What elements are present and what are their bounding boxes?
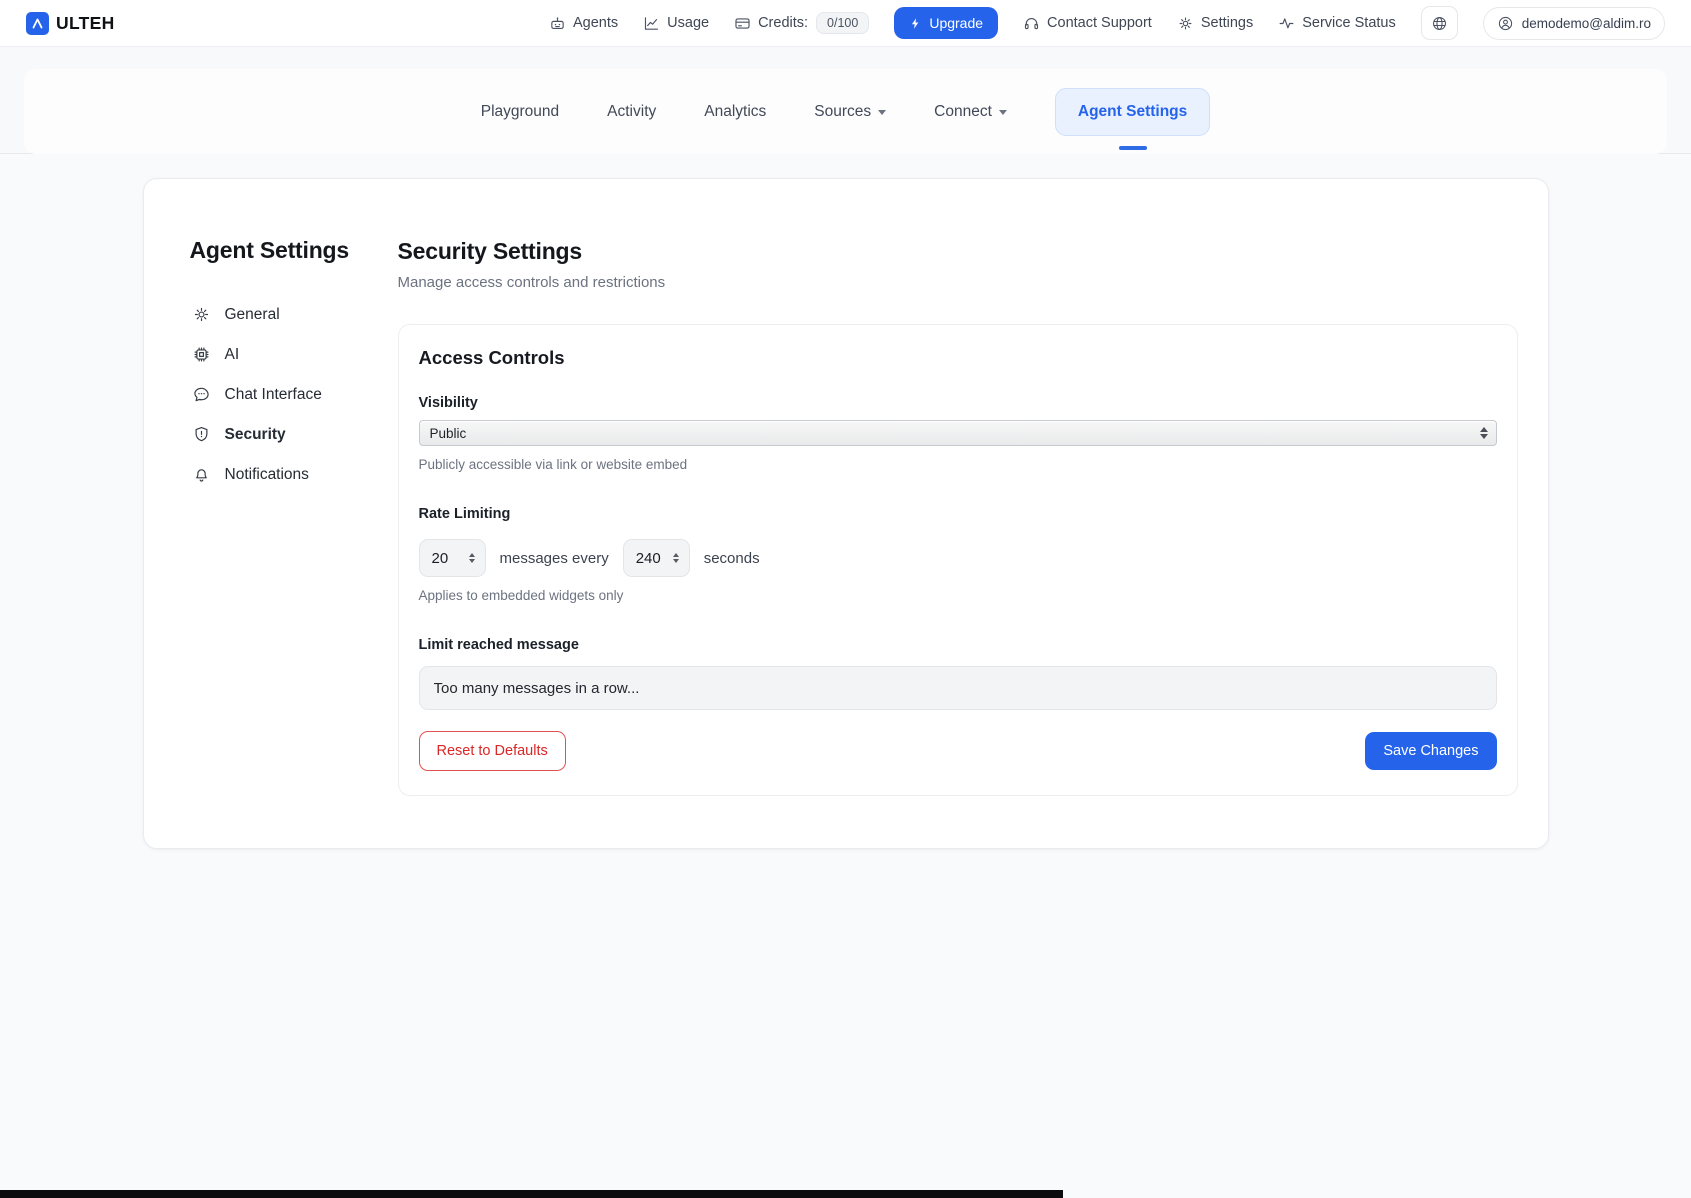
pulse-icon	[1278, 15, 1295, 32]
nav-settings[interactable]: Settings	[1177, 15, 1253, 32]
headset-icon	[1023, 15, 1040, 32]
sidebar-item-ai[interactable]: AI	[190, 336, 398, 373]
nav-contact-support-label: Contact Support	[1047, 15, 1152, 31]
messages-stepper[interactable]	[419, 539, 486, 577]
caret-down-icon	[878, 110, 886, 115]
rate-limiting-row: messages every seconds	[419, 539, 1497, 577]
gear-icon	[192, 305, 211, 324]
logo-icon	[26, 12, 49, 35]
agent-tab-band: Playground Activity Analytics Sources Co…	[0, 47, 1691, 154]
tab-playground-label: Playground	[481, 103, 559, 121]
rate-end-text: seconds	[704, 550, 760, 567]
nav-credits-label: Credits:	[758, 15, 808, 31]
visibility-select[interactable]: Public	[419, 420, 1497, 446]
caret-down-icon	[999, 110, 1007, 115]
nav-service-status[interactable]: Service Status	[1278, 15, 1396, 32]
nav-usage-label: Usage	[667, 15, 709, 31]
access-controls-panel: Access Controls Visibility Public Public…	[398, 324, 1518, 796]
tab-connect[interactable]: Connect	[934, 103, 1007, 121]
nav-service-status-label: Service Status	[1302, 15, 1396, 31]
line-chart-icon	[643, 15, 660, 32]
rate-help-text: Applies to embedded widgets only	[419, 588, 1497, 603]
sidebar-item-label: AI	[225, 346, 240, 364]
stepper-arrows-icon[interactable]	[673, 553, 679, 563]
nav-settings-label: Settings	[1201, 15, 1253, 31]
top-nav: Agents Usage Credits: 0/100 Upgrade	[549, 6, 1665, 40]
bell-icon	[192, 465, 211, 484]
seconds-input[interactable]	[636, 550, 668, 567]
agent-tabs: Playground Activity Analytics Sources Co…	[481, 88, 1211, 136]
credit-card-icon	[734, 15, 751, 32]
tab-agent-settings[interactable]: Agent Settings	[1055, 88, 1210, 136]
limit-message-input[interactable]	[419, 666, 1497, 710]
tab-playground[interactable]: Playground	[481, 103, 559, 121]
active-tab-indicator	[1119, 146, 1147, 150]
chat-bubble-icon	[192, 385, 211, 404]
user-email: demodemo@aldim.ro	[1522, 16, 1651, 31]
rate-limiting-field: Rate Limiting messages every	[419, 506, 1497, 603]
user-menu[interactable]: demodemo@aldim.ro	[1483, 7, 1665, 40]
upgrade-label: Upgrade	[929, 15, 983, 31]
panel-actions: Reset to Defaults Save Changes	[419, 731, 1497, 771]
user-icon	[1497, 15, 1514, 32]
messages-input[interactable]	[432, 550, 464, 567]
tab-sources-label: Sources	[814, 103, 871, 121]
sidebar-item-label: Security	[225, 426, 286, 444]
sidebar-item-label: Chat Interface	[225, 386, 322, 404]
sidebar-item-security[interactable]: Security	[190, 416, 398, 453]
reset-defaults-button[interactable]: Reset to Defaults	[419, 731, 566, 771]
nav-usage[interactable]: Usage	[643, 15, 709, 32]
gear-icon	[1177, 15, 1194, 32]
upgrade-button[interactable]: Upgrade	[894, 7, 998, 39]
sidebar-item-general[interactable]: General	[190, 296, 398, 333]
rate-limiting-label: Rate Limiting	[419, 506, 1497, 522]
nav-contact-support[interactable]: Contact Support	[1023, 15, 1152, 32]
page-title: Security Settings	[398, 238, 1518, 265]
settings-card: Agent Settings General AI Chat Interface…	[143, 178, 1549, 849]
select-spinner-icon	[1480, 427, 1488, 439]
sidebar-item-label: General	[225, 306, 280, 324]
limit-message-label: Limit reached message	[419, 637, 1497, 653]
robot-icon	[549, 15, 566, 32]
globe-icon	[1431, 15, 1448, 32]
sidebar-title: Agent Settings	[190, 237, 398, 264]
limit-message-field: Limit reached message	[419, 637, 1497, 710]
stepper-arrows-icon[interactable]	[469, 553, 475, 563]
tab-agent-settings-label: Agent Settings	[1078, 103, 1187, 120]
agent-tab-panel: Playground Activity Analytics Sources Co…	[24, 69, 1667, 154]
rate-middle-text: messages every	[500, 550, 609, 567]
sidebar-item-chat-interface[interactable]: Chat Interface	[190, 376, 398, 413]
visibility-label: Visibility	[419, 395, 1497, 411]
tab-analytics[interactable]: Analytics	[704, 103, 766, 121]
tab-connect-label: Connect	[934, 103, 992, 121]
credits-badge: 0/100	[816, 12, 869, 34]
nav-credits[interactable]: Credits: 0/100	[734, 12, 869, 34]
nav-agents-label: Agents	[573, 15, 618, 31]
chip-icon	[192, 345, 211, 364]
shield-icon	[192, 425, 211, 444]
panel-title: Access Controls	[419, 347, 1497, 369]
tab-activity-label: Activity	[607, 103, 656, 121]
settings-sidebar: Agent Settings General AI Chat Interface…	[190, 237, 398, 796]
page-subtitle: Manage access controls and restrictions	[398, 274, 1518, 291]
visibility-field: Visibility Public Publicly accessible vi…	[419, 395, 1497, 472]
brand-name: ULTEH	[56, 13, 115, 34]
nav-agents[interactable]: Agents	[549, 15, 618, 32]
language-button[interactable]	[1421, 6, 1458, 40]
sidebar-item-label: Notifications	[225, 466, 309, 484]
visibility-selected-value: Public	[430, 426, 467, 441]
visibility-help-text: Publicly accessible via link or website …	[419, 457, 1497, 472]
tab-sources[interactable]: Sources	[814, 103, 886, 121]
tab-analytics-label: Analytics	[704, 103, 766, 121]
tab-activity[interactable]: Activity	[607, 103, 656, 121]
security-settings-section: Security Settings Manage access controls…	[398, 237, 1518, 796]
save-changes-button[interactable]: Save Changes	[1365, 732, 1496, 770]
top-navbar: ULTEH Agents Usage Credits: 0/100	[0, 0, 1691, 47]
lightning-icon	[909, 17, 922, 30]
bottom-bar	[0, 1190, 1063, 1198]
brand[interactable]: ULTEH	[26, 12, 115, 35]
seconds-stepper[interactable]	[623, 539, 690, 577]
sidebar-item-notifications[interactable]: Notifications	[190, 456, 398, 493]
